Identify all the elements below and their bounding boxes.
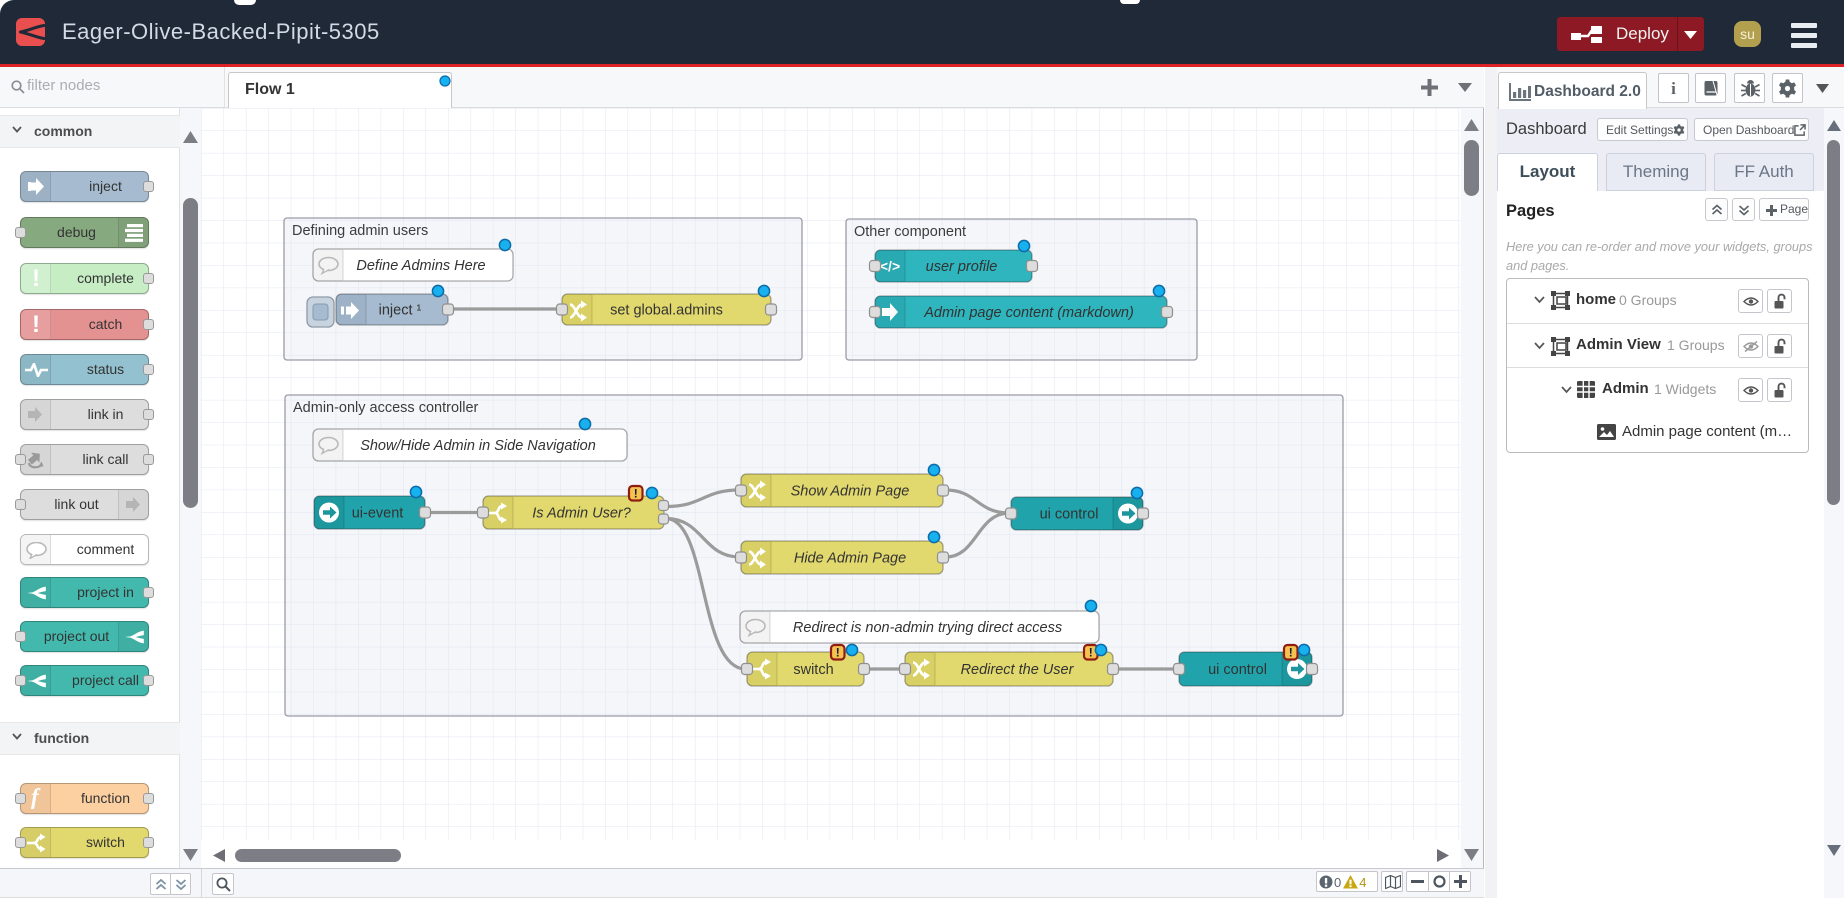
svg-text:ui-event: ui-event [352,506,404,522]
svg-text:Is Admin User?: Is Admin User? [532,506,632,522]
svg-text:!: ! [634,487,638,501]
svg-text:user profile: user profile [926,259,998,275]
svg-text:ui control: ui control [1208,662,1267,678]
svg-text:!: ! [836,646,840,660]
svg-text:Admin page content (markdown): Admin page content (markdown) [923,305,1134,321]
svg-text:Redirect is non-admin trying d: Redirect is non-admin trying direct acce… [793,620,1062,636]
svg-text:Show Admin Page: Show Admin Page [791,484,910,500]
svg-text:!: ! [1289,646,1293,660]
svg-text:Redirect the User: Redirect the User [961,662,1075,678]
svg-text:switch: switch [793,662,833,678]
svg-text:Other component: Other component [854,224,966,240]
svg-text:Hide Admin Page: Hide Admin Page [794,551,906,567]
svg-text:Show/Hide Admin in Side Naviga: Show/Hide Admin in Side Navigation [360,438,596,454]
svg-text:ui control: ui control [1040,507,1099,523]
svg-text:Define Admins Here: Define Admins Here [356,258,485,274]
svg-text:Defining admin users: Defining admin users [292,223,428,239]
svg-text:!: ! [1089,646,1093,660]
svg-text:inject ¹: inject ¹ [379,303,422,319]
svg-text:</>: </> [880,258,900,274]
svg-text:Admin-only access controller: Admin-only access controller [293,400,479,416]
svg-text:set global.admins: set global.admins [610,303,723,319]
